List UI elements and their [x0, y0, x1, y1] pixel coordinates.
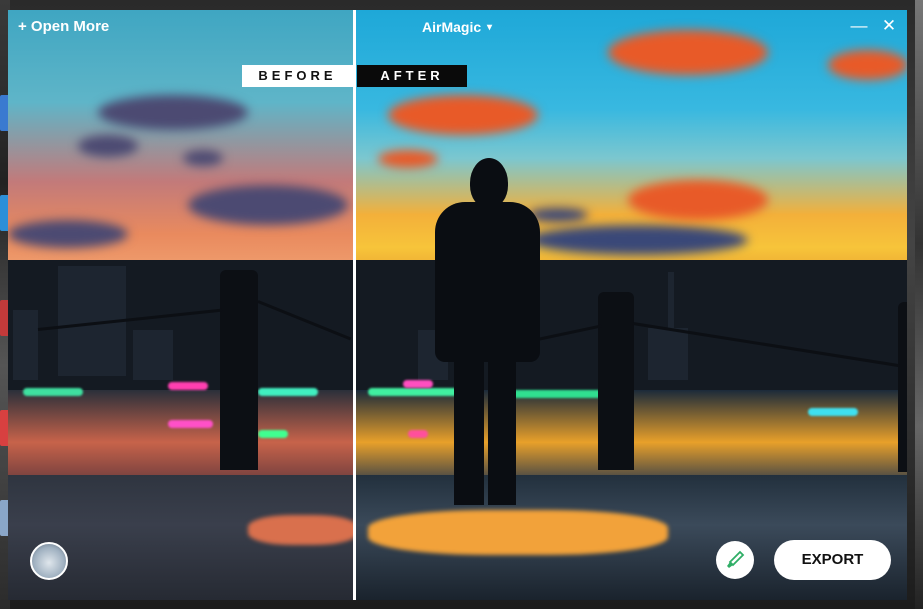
comparison-divider-handle[interactable] [353, 10, 356, 600]
person-silhouette [470, 158, 508, 208]
export-button[interactable]: EXPORT [774, 540, 891, 580]
after-image [356, 10, 907, 600]
open-more-button[interactable]: + Open More [18, 18, 109, 35]
before-image [8, 10, 353, 600]
brush-icon [727, 550, 745, 568]
after-label: AFTER [357, 65, 467, 87]
before-label: BEFORE [242, 65, 353, 87]
desktop-background-edge [915, 0, 923, 609]
title-bar: + Open More AirMagic ▾ — ✕ [8, 10, 907, 46]
app-title-dropdown[interactable]: AirMagic ▾ [422, 19, 492, 35]
minimize-button[interactable]: — [848, 16, 870, 36]
app-title: AirMagic [422, 19, 482, 35]
avatar[interactable] [30, 542, 68, 580]
app-window: + Open More AirMagic ▾ — ✕ BEFORE AFTER … [8, 10, 907, 600]
close-button[interactable]: ✕ [878, 16, 900, 36]
chevron-down-icon: ▾ [487, 22, 493, 33]
edit-brush-button[interactable] [716, 541, 754, 579]
